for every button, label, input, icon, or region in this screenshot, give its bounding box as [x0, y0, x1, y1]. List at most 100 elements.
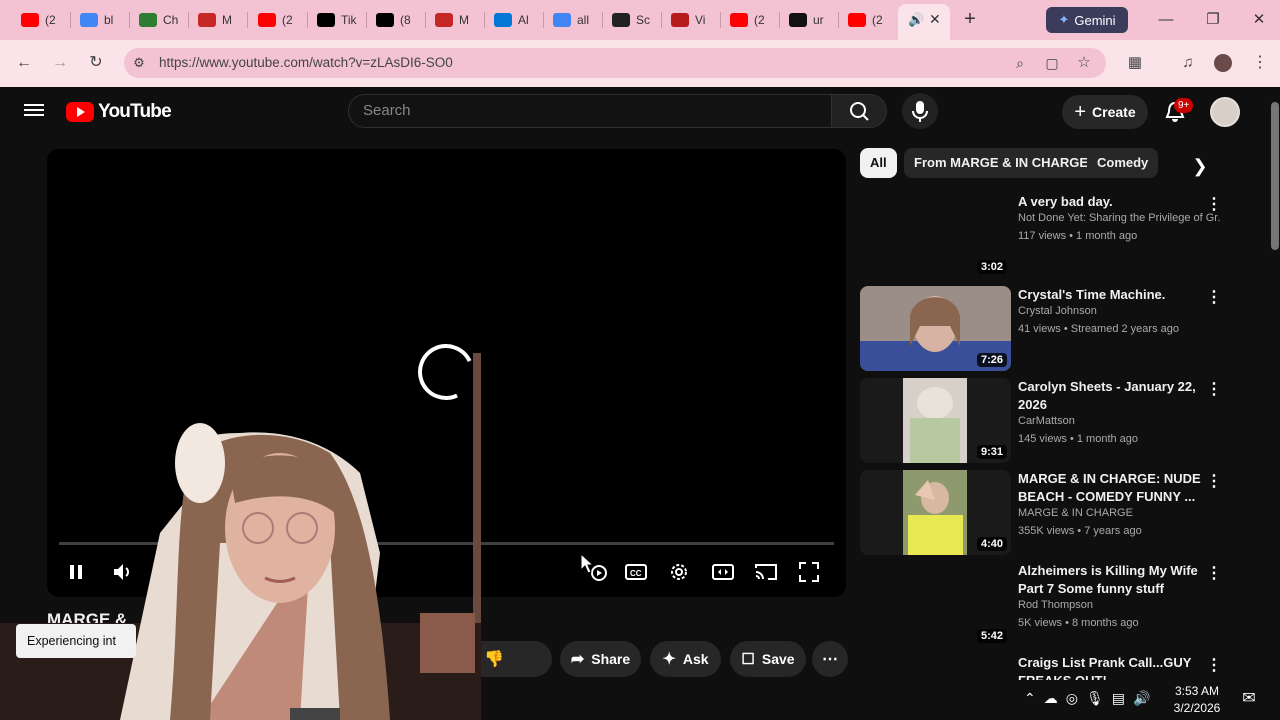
extensions-icon[interactable]: ▦	[1122, 50, 1148, 76]
video-thumbnail[interactable]: 4:40	[860, 470, 1011, 555]
close-window-button[interactable]: ✕	[1246, 8, 1272, 32]
more-options-icon[interactable]: ⋮	[1206, 380, 1222, 400]
recommendation-item[interactable]: Craigs List Prank Call...GUY FREAKS OUT!…	[860, 654, 1240, 688]
voice-search-button[interactable]	[902, 93, 938, 129]
more-actions-button[interactable]: ⋯	[812, 641, 848, 677]
channel-name[interactable]: MARGE & IN CHARGE	[1018, 507, 1220, 519]
share-button[interactable]: ➦ Share	[560, 641, 641, 677]
channel-name[interactable]: CarMattson	[1018, 415, 1220, 427]
speaker-tray-icon[interactable]: 🔊	[1133, 690, 1150, 707]
recommendation-title[interactable]: Crystal's Time Machine.	[1018, 286, 1202, 304]
recommendation-item[interactable]: 7:26 Crystal's Time Machine. Crystal Johns…	[860, 286, 1240, 372]
video-thumbnail[interactable]: 5:42	[860, 562, 1011, 647]
install-app-icon[interactable]: ▢	[1039, 50, 1065, 76]
create-button[interactable]: + Create	[1062, 95, 1148, 129]
new-tab-button[interactable]: +	[958, 8, 982, 32]
notification-center-icon[interactable]: ✉	[1238, 688, 1260, 710]
url-text[interactable]: https://www.youtube.com/watch?v=zLAsDI6-…	[159, 55, 453, 70]
browser-tab[interactable]: Vi	[663, 6, 719, 34]
channel-name[interactable]: Crystal Johnson	[1018, 305, 1220, 317]
channel-name[interactable]: Not Done Yet: Sharing the Privilege of G…	[1018, 212, 1220, 224]
browser-tab[interactable]: M	[190, 6, 246, 34]
duration-badge: 7:26	[976, 353, 1007, 367]
more-options-icon[interactable]: ⋮	[1206, 472, 1222, 492]
microphone-tray-icon[interactable]: 🎙	[1086, 690, 1104, 707]
network-icon[interactable]: ▤	[1112, 690, 1125, 707]
video-thumbnail[interactable]: 7:26	[860, 286, 1011, 371]
chevron-right-icon[interactable]: ❯	[1188, 154, 1212, 178]
recommendation-title[interactable]: Carolyn Sheets - January 22, 2026	[1018, 378, 1202, 414]
search-input[interactable]: Search	[348, 94, 832, 128]
recommendation-title[interactable]: A very bad day.	[1018, 193, 1202, 211]
gemini-button[interactable]: ✦ Gemini	[1046, 7, 1128, 33]
browser-tab[interactable]: all	[545, 6, 601, 34]
browser-menu-icon[interactable]: ⋮	[1247, 50, 1273, 76]
browser-tab[interactable]: (2	[840, 6, 896, 34]
restore-button[interactable]: ❐	[1200, 8, 1226, 32]
browser-tab[interactable]: M	[427, 6, 483, 34]
more-horizontal-icon: ⋯	[822, 651, 838, 668]
security-icon[interactable]: ◎	[1066, 690, 1078, 707]
browser-tab[interactable]: Tik	[309, 6, 365, 34]
back-button[interactable]: ←	[11, 50, 37, 76]
dislike-icon[interactable]: 👎	[484, 649, 504, 669]
theater-icon	[712, 564, 734, 580]
ask-button[interactable]: ✦ Ask	[650, 641, 721, 677]
tab-label: (2	[872, 13, 883, 27]
clock-date: 3/2/2026	[1173, 701, 1221, 715]
channel-name[interactable]: Rod Thompson	[1018, 599, 1220, 611]
zoom-icon[interactable]: ⌕	[1007, 50, 1033, 76]
recommendation-item[interactable]: 4:40 MARGE & IN CHARGE: NUDE BEACH - COME…	[860, 470, 1240, 556]
chip-all[interactable]: All	[860, 148, 897, 178]
menu-icon[interactable]	[24, 101, 46, 121]
save-button[interactable]: ☐ Save	[730, 641, 806, 677]
forward-button[interactable]: →	[47, 50, 73, 76]
close-tab-icon[interactable]: ✕	[929, 11, 941, 28]
browser-tab[interactable]: (8	[368, 6, 424, 34]
taskbar-clock[interactable]: 3:53 AM 3/2/2026	[1166, 683, 1228, 717]
onedrive-icon[interactable]: ☁	[1044, 690, 1058, 707]
recommendation-item[interactable]: 5:42 Alzheimers is Killing My Wife Part 7…	[860, 562, 1240, 648]
reload-button[interactable]: ↻	[83, 50, 109, 76]
account-avatar[interactable]	[1210, 97, 1240, 127]
more-options-icon[interactable]: ⋮	[1206, 195, 1222, 215]
settings-button[interactable]	[666, 559, 692, 585]
site-info-icon[interactable]: ⚙	[126, 50, 152, 76]
youtube-logo[interactable]: YouTube	[66, 101, 172, 123]
browser-tab[interactable]: ur	[781, 6, 837, 34]
recommendation-item[interactable]: 3:02 A very bad day. Not Done Yet: Sharing…	[860, 193, 1240, 279]
chip-comedy[interactable]: Comedy	[1087, 148, 1159, 178]
tab-label: M	[222, 13, 232, 27]
tab-separator	[247, 12, 248, 28]
browser-tab[interactable]: Ch	[131, 6, 187, 34]
more-options-icon[interactable]: ⋮	[1206, 288, 1222, 308]
browser-tab[interactable]: bl	[72, 6, 128, 34]
theater-mode-button[interactable]	[710, 559, 736, 585]
search-button[interactable]	[831, 94, 887, 128]
profile-icon[interactable]	[1210, 50, 1236, 76]
browser-tab[interactable]: (2	[722, 6, 778, 34]
speaker-icon[interactable]: 🔊	[908, 12, 924, 28]
video-thumbnail[interactable]: 3:02	[860, 193, 1011, 278]
active-tab[interactable]: 🔊 ✕	[898, 4, 950, 40]
chip-from-channel[interactable]: From MARGE & IN CHARGE	[904, 148, 1099, 178]
more-options-icon[interactable]: ⋮	[1206, 564, 1222, 584]
browser-tab[interactable]: Al	[486, 6, 542, 34]
scrollbar-thumb[interactable]	[1271, 102, 1279, 250]
more-options-icon[interactable]: ⋮	[1206, 656, 1222, 676]
bookmark-star-icon[interactable]: ☆	[1071, 50, 1097, 76]
tab-separator	[307, 12, 308, 28]
chevron-up-icon[interactable]: ⌃	[1024, 690, 1036, 707]
browser-tab[interactable]: (2	[250, 6, 306, 34]
browser-tab[interactable]: (2	[13, 6, 69, 34]
recommendation-title[interactable]: Alzheimers is Killing My Wife Part 7 Som…	[1018, 562, 1202, 598]
recommendation-title[interactable]: MARGE & IN CHARGE: NUDE BEACH - COMEDY F…	[1018, 470, 1202, 506]
minimize-button[interactable]: —	[1153, 8, 1179, 32]
browser-tab[interactable]: Sc	[604, 6, 660, 34]
recommendation-item[interactable]: 9:31 Carolyn Sheets - January 22, 2026 Car…	[860, 378, 1240, 464]
fullscreen-button[interactable]	[796, 559, 822, 585]
media-controls-icon[interactable]: ♫	[1175, 50, 1201, 76]
video-thumbnail[interactable]: 9:31	[860, 378, 1011, 463]
cast-button[interactable]	[753, 559, 779, 585]
captions-button[interactable]: CC	[623, 559, 649, 585]
